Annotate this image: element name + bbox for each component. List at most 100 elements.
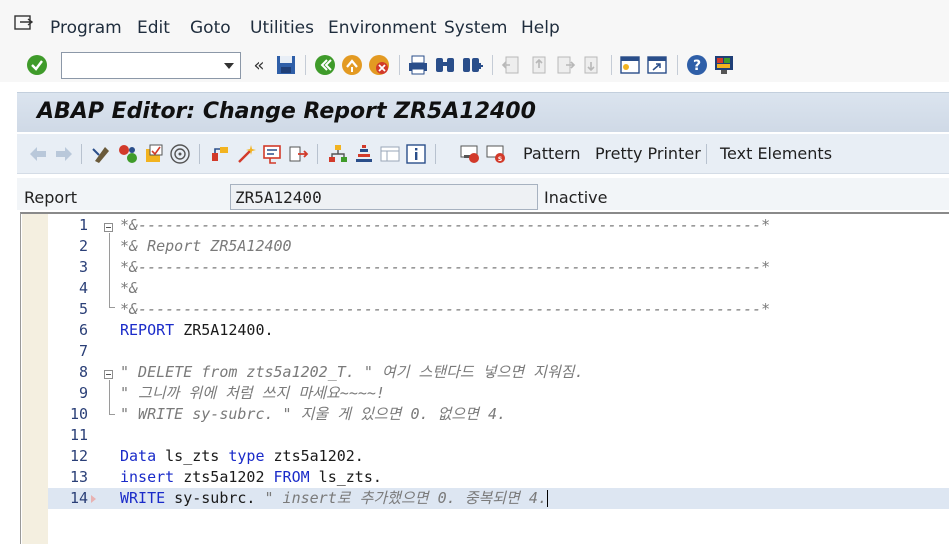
application-toolbar: S Pattern Pretty Printer Text Elements	[17, 134, 949, 174]
keyword: WRITE	[120, 489, 166, 507]
code-line[interactable]: 12 Data ls_zts type zts5a1202.	[48, 446, 949, 467]
breakpoint-icon[interactable]	[459, 143, 481, 165]
line-number: 5	[78, 300, 88, 318]
session-breakpoint-icon[interactable]: S	[485, 143, 507, 165]
comment: *&--------------------------------------…	[120, 216, 771, 234]
menu-program[interactable]: Program	[50, 18, 122, 38]
current-line-marker-icon	[91, 495, 96, 503]
code-line[interactable]: 6 REPORT ZR5A12400.	[48, 320, 949, 341]
back-icon[interactable]: «	[247, 53, 271, 77]
pretty-printer-button[interactable]: Pretty Printer	[595, 144, 701, 163]
keyword: insert	[120, 468, 175, 486]
code-line[interactable]: 5 *&-------------------------------------…	[48, 299, 949, 320]
line-number: 12	[69, 447, 88, 465]
line-number: 3	[78, 258, 88, 276]
title-bar: ABAP Editor: Change Report ZR5A12400	[17, 92, 949, 132]
pattern-button[interactable]: Pattern	[523, 144, 581, 163]
back-nav-icon[interactable]	[313, 53, 337, 77]
code-line[interactable]: 13 insert zts5a1202 FROM ls_zts.	[48, 467, 949, 488]
code-editor[interactable]: 1 *&-------------------------------------…	[20, 212, 949, 544]
comment: " WRITE sy-subrc. " 지울 게 있으면 0. 없으면 4.	[120, 405, 507, 423]
object-list-icon[interactable]	[209, 143, 231, 165]
code-line[interactable]: 4 *&	[48, 278, 949, 299]
last-page-icon[interactable]	[580, 53, 604, 77]
inspect-icon[interactable]	[261, 143, 283, 165]
forward-arrow-icon[interactable]	[53, 143, 75, 165]
command-field[interactable]	[61, 52, 241, 79]
code-text: *&	[120, 278, 138, 299]
shortcut-icon[interactable]	[645, 53, 669, 77]
fold-toggle-icon[interactable]	[104, 370, 113, 379]
display-change-icon[interactable]	[91, 143, 113, 165]
comment: " insert로 추가했으면 0. 중복되면 4.	[264, 489, 548, 507]
code-line[interactable]: 14 WRITE sy-subrc. " insert로 추가했으면 0. 중복되…	[48, 488, 949, 509]
code-token: ls_zts	[156, 447, 229, 465]
comment: *&--------------------------------------…	[120, 300, 771, 318]
status-text: Inactive	[544, 188, 608, 207]
report-name-field[interactable]: ZR5A12400	[230, 184, 538, 210]
report-label: Report	[24, 188, 78, 207]
text-elements-button[interactable]: Text Elements	[720, 144, 832, 163]
layout-icon[interactable]	[379, 143, 401, 165]
system-menu-icon[interactable]	[14, 15, 34, 33]
code-text: " 그니까 위에 처럼 쓰지 마세요~~~~!	[120, 383, 385, 404]
menu-goto[interactable]: Goto	[190, 18, 231, 38]
code-text: *& Report ZR5A12400	[120, 236, 292, 257]
svg-text:S: S	[498, 156, 502, 163]
code-line[interactable]: 1 *&-------------------------------------…	[48, 215, 949, 236]
line-number: 2	[78, 237, 88, 255]
line-number: 11	[69, 426, 88, 444]
menu-system[interactable]: System	[444, 18, 507, 38]
menu-edit[interactable]: Edit	[137, 18, 170, 38]
where-used-icon[interactable]	[169, 143, 191, 165]
next-page-icon[interactable]	[553, 53, 577, 77]
code-line[interactable]: 9 " 그니까 위에 처럼 쓰지 마세요~~~~!	[48, 383, 949, 404]
line-number: 6	[78, 321, 88, 339]
svg-text:?: ?	[693, 58, 701, 74]
help-icon[interactable]: ?	[685, 53, 709, 77]
info-icon[interactable]	[405, 143, 427, 165]
activate-icon[interactable]	[143, 143, 165, 165]
first-page-icon[interactable]	[499, 53, 523, 77]
code-line[interactable]: 3 *&-------------------------------------…	[48, 257, 949, 278]
code-line[interactable]: 11	[48, 425, 949, 446]
navigate-icon[interactable]	[287, 143, 309, 165]
find-next-icon[interactable]	[460, 53, 484, 77]
line-number: 13	[69, 468, 88, 486]
prev-page-icon[interactable]	[526, 53, 550, 77]
exit-icon[interactable]	[340, 53, 364, 77]
cancel-icon[interactable]	[367, 53, 391, 77]
chevron-down-icon[interactable]	[224, 63, 234, 69]
comment: *& Report ZR5A12400	[120, 237, 292, 255]
line-number: 8	[78, 363, 88, 381]
code-line[interactable]: 10 " WRITE sy-subrc. " 지울 게 있으면 0. 없으면 4.	[48, 404, 949, 425]
code-text: insert zts5a1202 FROM ls_zts.	[120, 467, 382, 488]
check-syntax-icon[interactable]	[117, 143, 139, 165]
comment: " DELETE from zts5a1202_T. " 여기 스탠다드 넣으면…	[120, 363, 584, 381]
keyword: type	[228, 447, 265, 465]
code-line[interactable]: 7	[48, 341, 949, 362]
print-icon[interactable]	[406, 53, 430, 77]
menu-utilities[interactable]: Utilities	[250, 18, 314, 38]
code-token: ls_zts.	[309, 468, 382, 486]
save-icon[interactable]	[274, 53, 298, 77]
code-text: WRITE sy-subrc. " insert로 추가했으면 0. 중복되면 …	[120, 488, 548, 509]
fold-toggle-icon[interactable]	[104, 223, 113, 232]
back-arrow-icon[interactable]	[27, 143, 49, 165]
editor-gutter	[22, 214, 48, 544]
code-text: *&--------------------------------------…	[120, 257, 770, 278]
code-lines: 1 *&-------------------------------------…	[48, 214, 949, 544]
stack-icon[interactable]	[353, 143, 375, 165]
new-session-icon[interactable]	[618, 53, 642, 77]
hierarchy-icon[interactable]	[327, 143, 349, 165]
code-line[interactable]: 2 *& Report ZR5A12400	[48, 236, 949, 257]
code-token: ZR5A12400.	[174, 321, 274, 339]
menu-help[interactable]: Help	[521, 18, 560, 38]
menu-bar: Program Edit Goto Utilities Environment …	[0, 0, 949, 50]
find-icon[interactable]	[433, 53, 457, 77]
code-line[interactable]: 8 " DELETE from zts5a1202_T. " 여기 스탠다드 넣으…	[48, 362, 949, 383]
menu-environment[interactable]: Environment	[328, 18, 437, 38]
enter-icon[interactable]	[25, 53, 49, 77]
customize-layout-icon[interactable]	[712, 53, 736, 77]
wand-icon[interactable]	[235, 143, 257, 165]
